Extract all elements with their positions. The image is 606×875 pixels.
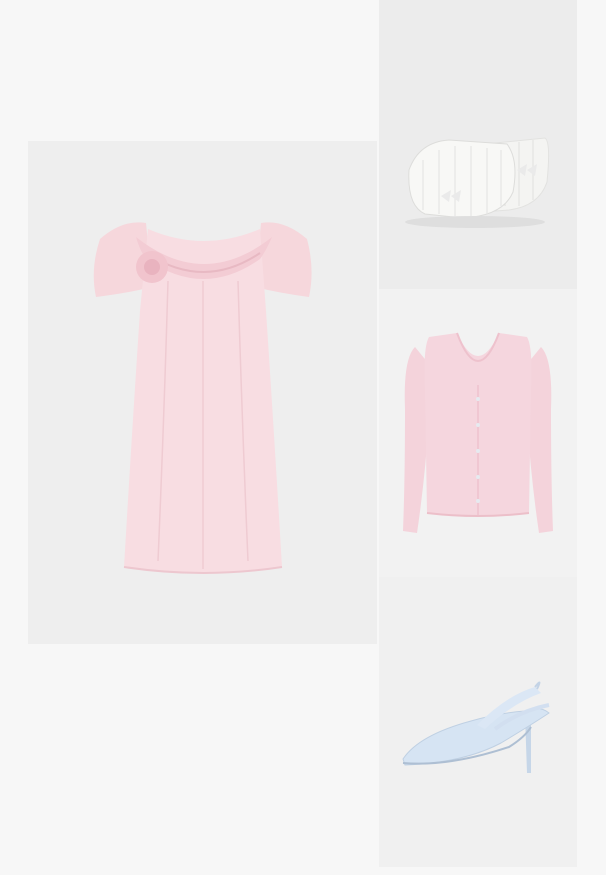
product-tile-bags[interactable] xyxy=(379,0,577,289)
white-quilted-bags-image xyxy=(405,137,550,228)
light-blue-slingback-heels-image xyxy=(402,681,550,773)
product-tile-cardigan[interactable] xyxy=(379,289,577,577)
product-tile-heels[interactable] xyxy=(379,577,577,867)
product-tile-dress[interactable] xyxy=(28,141,377,644)
pink-ruffle-dress-image xyxy=(93,222,312,574)
pink-knit-cardigan-image xyxy=(403,332,553,533)
